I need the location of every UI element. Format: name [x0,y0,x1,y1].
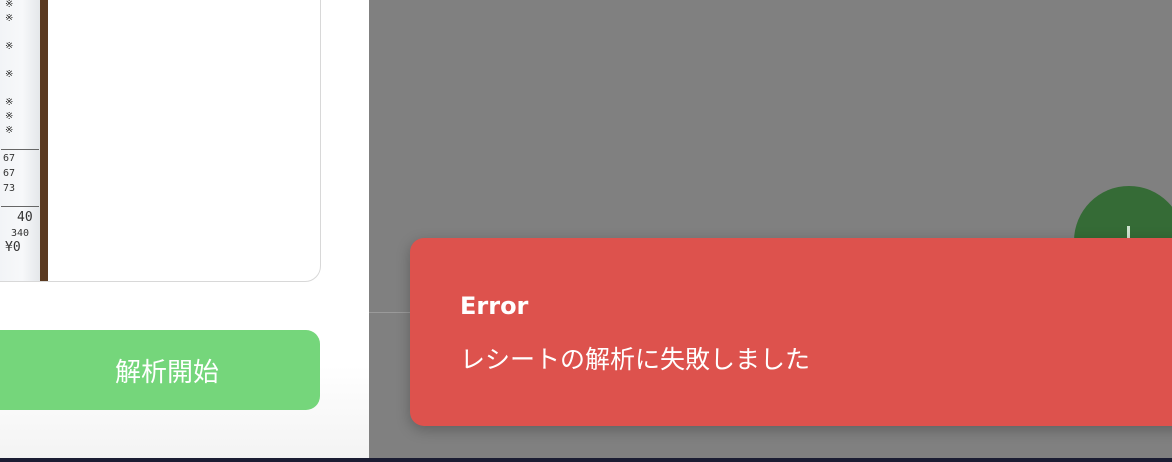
error-toast[interactable]: Error レシートの解析に失敗しました [410,238,1172,426]
receipt-line: 73 [3,183,16,194]
receipt-line: 40 [17,210,33,225]
receipt-paper: ※ ※ ※ ※ ※ ※ ※ ※ 67 67 73 40 340 ¥0 [0,0,40,281]
upload-panel: ※ ※ ※ ※ ※ ※ ※ ※ 67 67 73 40 340 ¥0 [0,0,369,458]
receipt-image-preview: ※ ※ ※ ※ ※ ※ ※ ※ 67 67 73 40 340 ¥0 [0,0,321,282]
receipt-line: ¥0 [5,240,21,255]
receipt-line: 67 [3,168,16,179]
toast-title: Error [460,292,529,320]
receipt-line: ※ [5,69,14,80]
bottom-bar [0,458,1172,462]
app-screen: ※ ※ ※ ※ ※ ※ ※ ※ 67 67 73 40 340 ¥0 [0,0,1172,462]
toast-message: レシートの解析に失敗しました [460,345,811,374]
receipt-line: ※ [5,13,14,24]
receipt-line: 67 [3,153,16,164]
receipt-line: ※ [5,0,14,10]
receipt-line: 340 [11,228,30,239]
receipt-rule [1,206,39,207]
receipt-line: ※ [5,41,14,52]
receipt-line: ※ [5,97,14,108]
receipt-photo: ※ ※ ※ ※ ※ ※ ※ ※ 67 67 73 40 340 ¥0 [0,0,48,281]
analyze-start-button[interactable]: 解析開始 [0,330,320,410]
receipt-line: ※ [5,111,14,122]
receipt-rule [1,149,39,150]
